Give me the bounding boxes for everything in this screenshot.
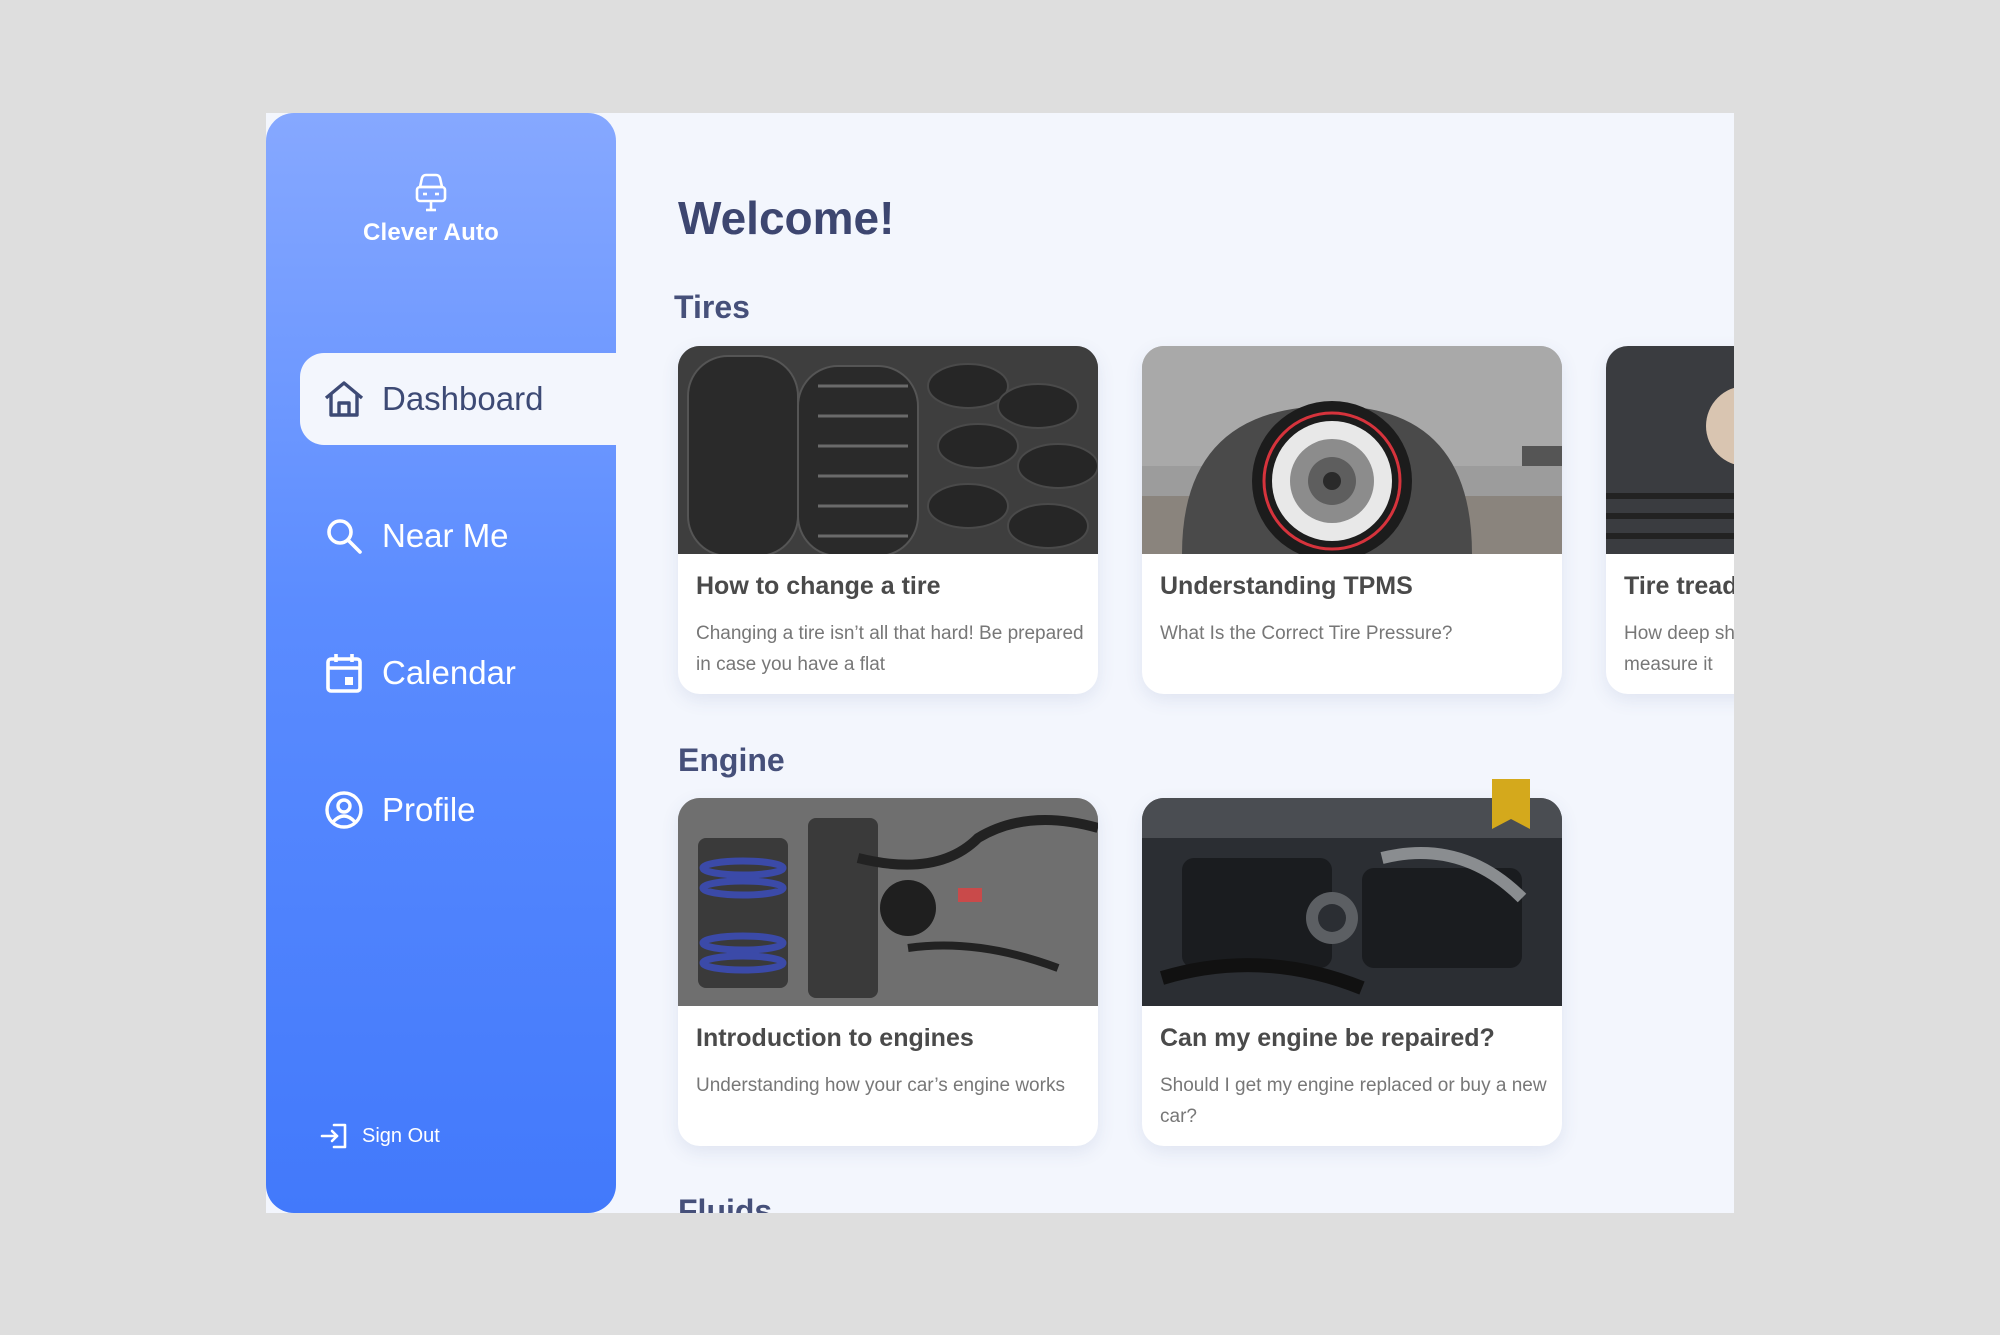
user-circle-icon <box>322 788 366 832</box>
article-card[interactable]: Can my engine be repaired? Should I get … <box>1142 798 1562 1146</box>
nav-item-profile[interactable]: Profile <box>300 764 616 856</box>
page-title: Welcome! <box>678 192 895 244</box>
card-title: Tire tread <box>1624 572 1734 600</box>
brand[interactable]: Clever Auto <box>266 173 596 247</box>
article-card[interactable]: How to change a tire Changing a tire isn… <box>678 346 1098 694</box>
car-wheel-photo <box>1142 346 1562 554</box>
search-icon <box>322 514 366 558</box>
bookmark-icon[interactable] <box>1492 779 1530 834</box>
section-title-tires: Tires <box>674 289 750 325</box>
nav-label: Dashboard <box>382 380 544 417</box>
nav-label: Near Me <box>382 517 509 554</box>
car-icon <box>266 173 596 213</box>
card-description: Should I get my engine replaced or buy a… <box>1160 1075 1547 1127</box>
section-title-fluids: Fluids <box>678 1193 773 1213</box>
nav-item-dashboard[interactable]: Dashboard <box>300 353 616 445</box>
sign-out-button[interactable]: Sign Out <box>320 1123 440 1149</box>
card-description: Understanding how your car’s engine work… <box>696 1075 1065 1096</box>
nav-label: Calendar <box>382 654 516 691</box>
main-content: Welcome! Tires How to change a tire Chan… <box>616 113 1734 1213</box>
section-title-engine: Engine <box>678 742 785 778</box>
nav-label: Profile <box>382 791 476 828</box>
article-card[interactable]: Introduction to engines Understanding ho… <box>678 798 1098 1146</box>
article-card[interactable]: Understanding TPMS What Is the Correct T… <box>1142 346 1562 694</box>
article-card[interactable]: Tire tread How deep should your tread be… <box>1606 346 1734 694</box>
card-title: How to change a tire <box>696 572 941 600</box>
card-title: Can my engine be repaired? <box>1160 1024 1495 1052</box>
nav-item-calendar[interactable]: Calendar <box>300 627 616 719</box>
card-title: Introduction to engines <box>696 1024 974 1052</box>
tire-tread-photo <box>1606 346 1734 554</box>
sidebar: Clever Auto Dashboard Near Me Calendar P… <box>266 113 616 1213</box>
sign-out-label: Sign Out <box>362 1124 440 1147</box>
home-icon <box>322 377 366 421</box>
card-description: Changing a tire isn’t all that hard! Be … <box>696 623 1084 675</box>
calendar-icon <box>322 651 366 695</box>
card-description: What Is the Correct Tire Pressure? <box>1160 623 1453 644</box>
brand-name: Clever Auto <box>362 219 499 246</box>
app-window: Clever Auto Dashboard Near Me Calendar P… <box>266 113 1734 1213</box>
card-title: Understanding TPMS <box>1160 572 1413 600</box>
stacked-tires-photo <box>678 346 1098 554</box>
card-description: How deep should your tread be and how to… <box>1624 623 1734 675</box>
engine-parts-photo <box>678 798 1098 1006</box>
sign-out-icon <box>320 1123 348 1149</box>
nav-item-near-me[interactable]: Near Me <box>300 490 616 582</box>
